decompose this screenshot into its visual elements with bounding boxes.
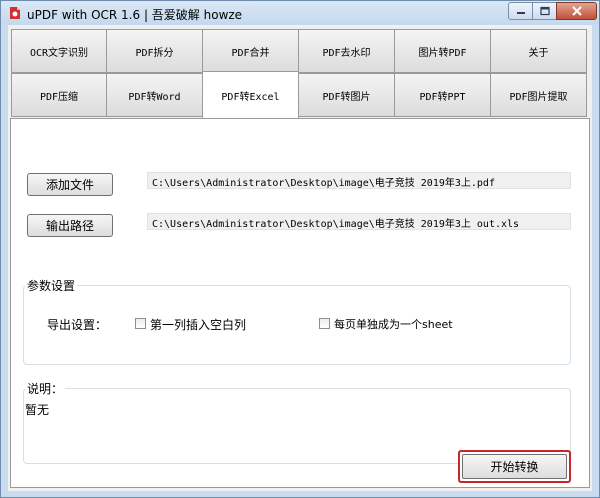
maximize-button[interactable] [532, 2, 557, 20]
input-path-field[interactable]: C:\Users\Administrator\Desktop\image\电子竞… [147, 172, 571, 189]
tab-about[interactable]: 关于 [490, 29, 587, 73]
tab-pdf-split[interactable]: PDF拆分 [106, 29, 203, 73]
client-area: OCR文字识别 PDF拆分 PDF合并 PDF去水印 图片转PDF 关于 PDF… [8, 25, 592, 491]
close-button[interactable] [556, 2, 597, 20]
start-conversion-button-face[interactable]: 开始转换 [462, 454, 567, 479]
maximize-icon [539, 6, 550, 16]
settings-group-label: 参数设置 [25, 277, 78, 294]
insert-blank-column-checkbox[interactable] [135, 318, 146, 329]
tab-ocr[interactable]: OCR文字识别 [11, 29, 107, 73]
start-conversion-button[interactable]: 开始转换 [458, 450, 571, 483]
start-conversion-label: 开始转换 [490, 460, 539, 474]
tab-pdf-to-excel[interactable]: PDF转Excel [202, 71, 299, 119]
tab-pdf-to-ppt[interactable]: PDF转PPT [394, 73, 491, 117]
notes-group-label: 说明： [25, 380, 66, 397]
export-settings-label: 导出设置： [47, 318, 108, 332]
sheet-per-page-label[interactable]: 每页单独成为一个sheet [334, 316, 453, 332]
window-title: uPDF with OCR 1.6 | 吾爱破解 howze [27, 8, 243, 22]
output-path-field[interactable]: C:\Users\Administrator\Desktop\image\电子竞… [147, 213, 571, 230]
title-bar[interactable]: uPDF with OCR 1.6 | 吾爱破解 howze [1, 1, 599, 25]
notes-content: 暂无 [25, 403, 50, 417]
tab-panel: 添加文件 C:\Users\Administrator\Desktop\imag… [10, 118, 590, 488]
tab-pdf-watermark[interactable]: PDF去水印 [298, 29, 395, 73]
tab-pdf-image-extract[interactable]: PDF图片提取 [490, 73, 587, 117]
insert-blank-column-label[interactable]: 第一列插入空白列 [150, 316, 246, 333]
close-icon [571, 6, 582, 16]
tab-pdf-to-image[interactable]: PDF转图片 [298, 73, 395, 117]
add-file-button[interactable]: 添加文件 [27, 173, 113, 196]
tab-pdf-compress[interactable]: PDF压缩 [11, 73, 107, 117]
minimize-button[interactable] [508, 2, 533, 20]
output-path-button[interactable]: 输出路径 [27, 214, 113, 237]
sheet-per-page-checkbox[interactable] [319, 318, 330, 329]
pdf-app-icon [10, 7, 20, 19]
tab-image-to-pdf[interactable]: 图片转PDF [394, 29, 491, 73]
app-window: uPDF with OCR 1.6 | 吾爱破解 howze OCR文字识别 P… [0, 0, 600, 498]
tab-pdf-merge[interactable]: PDF合并 [202, 29, 299, 73]
tab-pdf-to-word[interactable]: PDF转Word [106, 73, 203, 117]
minimize-icon [516, 12, 525, 14]
